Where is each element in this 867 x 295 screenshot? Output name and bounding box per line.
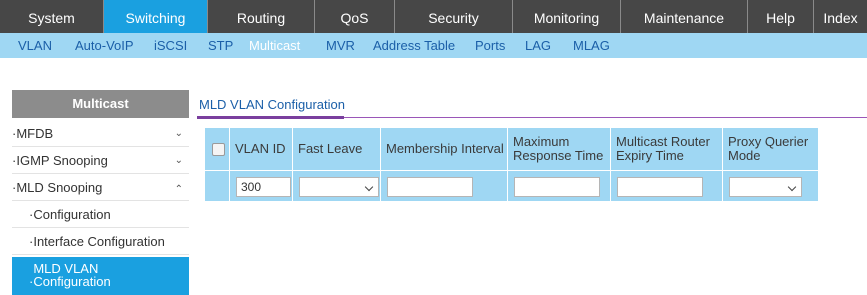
router-expiry-time-cell (611, 171, 723, 201)
vlan-id-input[interactable]: 300 (236, 177, 291, 197)
chevron-down-icon: ⌄ (174, 128, 183, 139)
max-response-time-input[interactable] (514, 177, 600, 197)
sidebar-item-label: MLD Snooping (16, 180, 103, 195)
subnav-mlag[interactable]: MLAG (573, 33, 610, 58)
subnav-mvr[interactable]: MVR (326, 33, 355, 58)
subnav-ports[interactable]: Ports (475, 33, 505, 58)
tab-index[interactable]: Index (814, 0, 867, 33)
membership-interval-input[interactable] (387, 177, 473, 197)
header-checkbox-cell (205, 128, 230, 170)
page-title: MLD VLAN Configuration (199, 97, 345, 112)
top-nav: System Switching Routing QoS Security Mo… (0, 0, 867, 33)
subnav-multicast[interactable]: Multicast (249, 33, 300, 58)
sub-nav: VLAN Auto-VoIP iSCSI STP Multicast MVR A… (0, 33, 867, 58)
subnav-auto-voip[interactable]: Auto-VoIP (75, 33, 134, 58)
tab-help[interactable]: Help (748, 0, 814, 33)
subnav-address-table[interactable]: Address Table (373, 33, 455, 58)
sidebar-item-label: Interface Configuration (33, 234, 165, 249)
membership-interval-cell (381, 171, 508, 201)
col-router-expiry-time: Multicast Router Expiry Time (611, 128, 723, 170)
table-header: VLAN ID Fast Leave Membership Interval M… (205, 128, 818, 170)
subnav-iscsi[interactable]: iSCSI (154, 33, 187, 58)
sidebar-item-mfdb[interactable]: ·MFDB ⌄ (12, 121, 189, 147)
chevron-down-icon: ⌄ (174, 155, 183, 166)
tab-qos[interactable]: QoS (315, 0, 395, 33)
select-all-checkbox[interactable] (212, 143, 225, 156)
router-expiry-time-input[interactable] (617, 177, 703, 197)
col-fast-leave: Fast Leave (293, 128, 381, 170)
tab-system[interactable]: System (0, 0, 104, 33)
sidebar-item-configuration[interactable]: ·Configuration (12, 202, 189, 228)
vlan-id-cell: 300 (230, 171, 293, 201)
fast-leave-cell (293, 171, 381, 201)
sidebar-title: Multicast (12, 90, 189, 118)
sidebar-item-label: Configuration (33, 207, 111, 222)
tab-monitoring[interactable]: Monitoring (513, 0, 621, 33)
subnav-vlan[interactable]: VLAN (18, 33, 52, 58)
proxy-querier-mode-select[interactable] (729, 177, 802, 197)
tab-security[interactable]: Security (395, 0, 513, 33)
sidebar-item-label: IGMP Snooping (16, 153, 108, 168)
tab-routing[interactable]: Routing (208, 0, 315, 33)
row-checkbox-cell (205, 171, 230, 201)
proxy-querier-mode-cell (723, 171, 818, 201)
tab-switching[interactable]: Switching (104, 0, 208, 33)
table-row: 300 (205, 171, 818, 201)
chevron-up-icon: ⌃ (174, 184, 183, 195)
tab-maintenance[interactable]: Maintenance (621, 0, 748, 33)
sidebar-item-interface-configuration[interactable]: ·Interface Configuration (12, 229, 189, 255)
subnav-stp[interactable]: STP (208, 33, 233, 58)
sidebar-item-label: MFDB (16, 126, 54, 141)
fast-leave-select[interactable] (299, 177, 379, 197)
col-vlan-id: VLAN ID (230, 128, 293, 170)
col-proxy-querier-mode: Proxy Querier Mode (728, 134, 809, 163)
sidebar-item-igmp-snooping[interactable]: ·IGMP Snooping ⌄ (12, 148, 189, 174)
max-response-time-cell (508, 171, 611, 201)
sidebar-item-mld-vlan-configuration[interactable]: ·MLD VLAN Configuration (12, 257, 189, 295)
col-max-response-time: Maximum Response Time (508, 128, 611, 170)
subnav-lag[interactable]: LAG (525, 33, 551, 58)
col-membership-interval: Membership Interval (381, 128, 508, 170)
title-underline (197, 116, 344, 119)
sidebar-item-mld-snooping[interactable]: ·MLD Snooping ⌃ (12, 175, 189, 201)
sidebar-item-label: MLD VLAN Configuration (33, 261, 111, 289)
